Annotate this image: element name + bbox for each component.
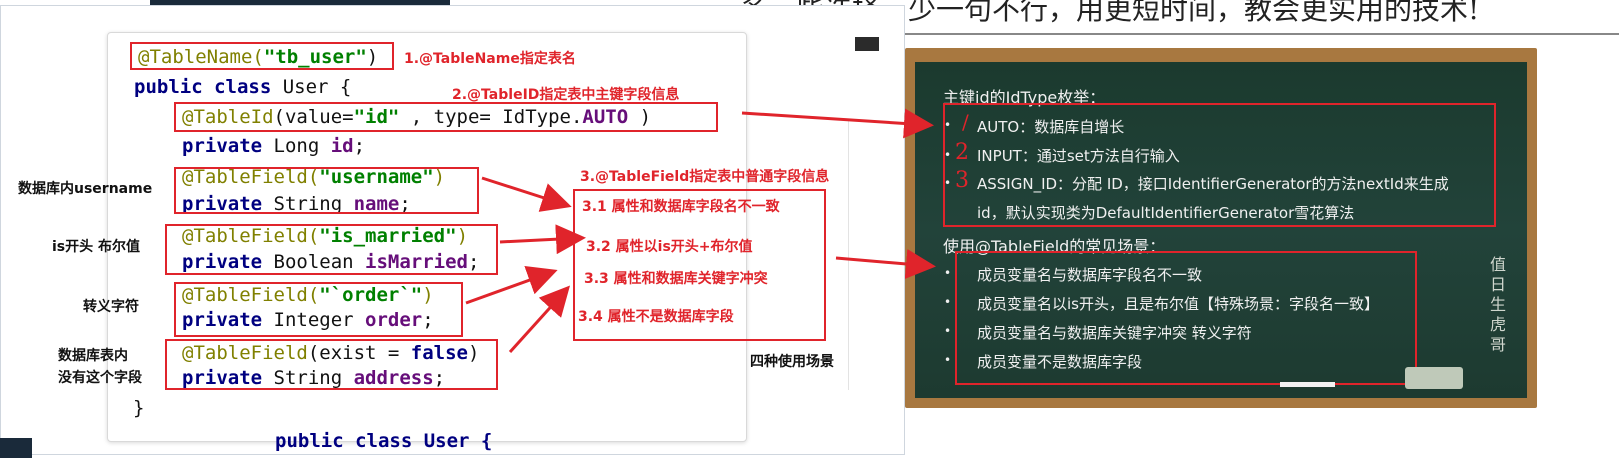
annotation-tablename: 1.@TableName指定表名 [404,51,576,67]
scenario-item-2: 成员变量名以is开头，且是布尔值【特殊场景：字段名一致】 [977,295,1379,313]
duty-label: 值日生虎哥 [1489,255,1506,354]
idtype-item-auto: AUTO：数据库自增长 [977,118,1125,136]
chalk-piece [1280,382,1335,387]
bullet-dot: • [944,266,952,280]
scenario-item-4: 成员变量不是数据库字段 [977,353,1143,371]
annotation-3-3: 3.3 属性和数据库关键字冲突 [584,271,768,287]
side-label-username: 数据库内username [18,181,153,197]
bullet-dot: • [944,324,952,338]
side-label-no-column-2: 没有这个字段 [58,370,142,386]
bullet-dot: • [944,353,952,367]
idtype-item-input: INPUT：通过set方法自行输入 [977,147,1180,165]
corner-fragment [0,438,32,458]
side-label-no-column-1: 数据库表内 [58,348,128,364]
side-label-boolean: is开头 布尔值 [52,239,141,255]
bullet-dot: • [944,295,952,309]
scenario-item-3: 成员变量名与数据库关键字冲突 转义字符 [977,324,1252,342]
box-tablename [130,42,394,70]
hand-mark-1: / [962,110,969,134]
box-username [174,167,479,214]
idtype-item-assign-id: ASSIGN_ID：分配 ID，接口IdentifierGenerator的方法… [977,175,1449,193]
idtype-item-assign-id-cont: id，默认实现类为DefaultIdentifierGenerator雪花算法 [977,204,1355,222]
scenario-item-1: 成员变量名与数据库字段名不一致 [977,266,1203,284]
annotation-tableid: 2.@TableID指定表中主键字段信息 [452,87,680,103]
bullet-dot: • [944,148,952,162]
code-line-class: public class User { [134,76,352,98]
hand-mark-3: 3 [955,168,969,193]
box-married [165,224,498,275]
annotation-tablefield: 3.@TableField指定表中普通字段信息 [580,169,830,185]
bullet-dot: • [944,118,952,132]
hand-mark-2: 2 [955,140,969,165]
bullet-dot: • [944,176,952,190]
code-line-id: private Long id; [182,135,366,157]
side-label-four-scenarios: 四种使用场景 [750,354,834,370]
code-line-close-brace: } [133,397,145,419]
chalk-eraser [1405,367,1463,389]
annotation-3-2: 3.2 属性以is开头+布尔值 [586,239,753,255]
sidebar-stub [855,37,879,51]
code-fragment-bottom: public class User { [275,430,493,452]
box-address [165,339,498,390]
panel-edge [848,120,878,390]
divider-line [900,33,1619,35]
box-order [174,282,463,337]
annotation-3-1: 3.1 属性和数据库字段名不一致 [582,199,780,215]
annotation-3-4: 3.4 属性不是数据库字段 [578,309,734,325]
box-tableid [174,102,718,132]
side-label-escape: 转义字符 [83,299,139,315]
